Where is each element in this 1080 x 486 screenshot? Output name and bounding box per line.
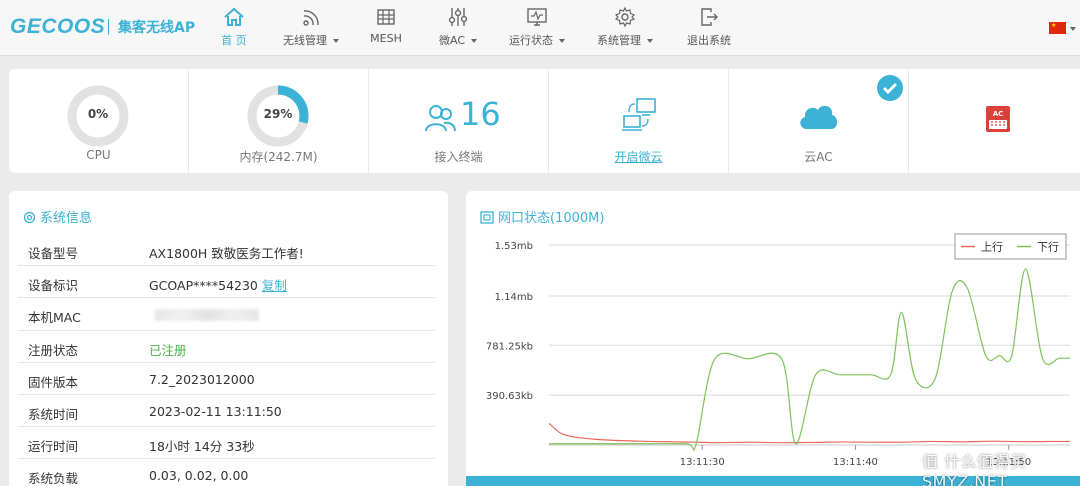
copy-link[interactable]: 复制 (262, 278, 287, 293)
gear-icon (614, 6, 636, 28)
nav-status[interactable]: 运行状态 (506, 6, 568, 52)
logo-divider (108, 19, 109, 35)
info-row-model: 设备型号 AX1800H 致敬医务工作者! (18, 234, 435, 267)
top-navbar: GECOOS 集客无线AP 首 页 无线管理 MESH 微AC 运行状态 系统管… (0, 0, 1080, 56)
nav-micro-ac-label: 微AC (438, 34, 465, 47)
cloud-icon (800, 105, 838, 129)
nav-logout-label: 退出系统 (687, 34, 731, 47)
network-status-panel: 网口状态(1000M) 1.53mb 1.14mb 781.25kb 390.63kb… (466, 191, 1080, 486)
info-key: 设备标识 (28, 278, 79, 294)
x-tick-label: 13:11:30 (680, 457, 725, 468)
status-cards: 0% CPU 29% 内存(242.7M) 16 接入终端 开启微云 云AC A… (9, 69, 1080, 173)
mac-redacted (155, 309, 259, 322)
info-key: 系统负载 (28, 471, 79, 486)
logout-icon (701, 8, 718, 26)
nav-logout[interactable]: 退出系统 (686, 6, 732, 52)
computers-sync-icon (622, 98, 656, 131)
info-row-registration: 注册状态 已注册 (18, 331, 435, 363)
chevron-down-icon (333, 39, 339, 43)
info-value: 18小时 14分 33秒 (149, 439, 255, 455)
nav-micro-ac[interactable]: 微AC (436, 6, 480, 52)
users-icon (425, 105, 456, 132)
monitor-icon (527, 8, 547, 26)
info-value: AX1800H 致敬医务工作者! (149, 246, 304, 261)
nav-home-label: 首 页 (221, 34, 247, 47)
info-value: 7.2_2023012000 (149, 371, 255, 387)
nav-wireless-label: 无线管理 (283, 34, 327, 47)
info-row-device-id: 设备标识 GCOAP****54230 复制 (18, 266, 435, 299)
ac-device-icon: AC (986, 106, 1010, 132)
cloud-ac-card[interactable]: 云AC (729, 69, 909, 173)
registration-status: 已注册 (149, 342, 187, 358)
svg-text:AC: AC (993, 110, 1004, 118)
system-info-title: 系统信息 (23, 207, 92, 226)
memory-label: 内存(242.7M) (239, 150, 318, 164)
system-info-panel: 系统信息 设备型号 AX1800H 致敬医务工作者! 设备标识 GCOAP***… (9, 191, 448, 486)
y-tick-label: 1.53mb (495, 241, 533, 252)
nav-system[interactable]: 系统管理 (594, 6, 656, 52)
network-traffic-chart: 1.53mb 1.14mb 781.25kb 390.63kb 13:11:30 13:1… (486, 233, 1071, 468)
clients-card[interactable]: 16 接入终端 (369, 69, 549, 173)
micro-cloud-card[interactable]: 开启微云 (549, 69, 729, 173)
nav-mesh[interactable]: MESH (367, 6, 405, 52)
wifi-icon (303, 10, 319, 26)
sliders-icon (448, 8, 468, 26)
cpu-value: 0% (87, 107, 109, 121)
info-value: 2023-02-11 13:11:50 (149, 403, 282, 419)
language-chevron-icon[interactable] (1070, 27, 1076, 31)
series-line-upload (548, 422, 1071, 444)
system-info-table: 设备型号 AX1800H 致敬医务工作者! 设备标识 GCOAP****5423… (18, 234, 435, 486)
info-row-system-time: 系统时间 2023-02-11 13:11:50 (18, 395, 435, 428)
info-row-mac: 本机MAC (18, 298, 435, 331)
check-icon (877, 75, 903, 101)
watermark: 值 什么值得买 SMYZ.NET (922, 452, 1027, 486)
clients-count: 16 (460, 95, 501, 133)
clients-label: 接入终端 (434, 150, 483, 164)
nav-wireless[interactable]: 无线管理 (280, 6, 342, 52)
y-tick-label: 781.25kb (486, 341, 533, 352)
gear-icon (23, 211, 36, 224)
info-key: 运行时间 (28, 439, 79, 455)
chevron-down-icon (471, 39, 477, 43)
enable-micro-cloud-link[interactable]: 开启微云 (549, 148, 728, 165)
ac-card[interactable]: AC (909, 69, 1080, 173)
legend-label: 下行 (1037, 241, 1059, 254)
nav-status-label: 运行状态 (509, 34, 553, 47)
x-tick-label: 13:11:40 (833, 457, 878, 468)
info-key: 设备型号 (28, 246, 79, 261)
y-tick-label: 1.14mb (495, 292, 533, 303)
legend-label: 上行 (981, 241, 1003, 254)
product-name: 集客无线AP (118, 20, 196, 36)
memory-card: 29% 内存(242.7M) (189, 69, 369, 173)
cpu-label: CPU (86, 148, 111, 162)
y-tick-label: 390.63kb (486, 391, 533, 402)
info-key: 注册状态 (28, 342, 79, 358)
cloud-ac-label: 云AC (804, 150, 833, 164)
chevron-down-icon (647, 39, 653, 43)
nav-mesh-label: MESH (370, 32, 402, 45)
language-flag-icon[interactable]: ★ (1049, 22, 1066, 34)
info-key: 系统时间 (28, 406, 79, 422)
home-icon (224, 7, 244, 26)
info-row-uptime: 运行时间 18小时 14分 33秒 (18, 427, 435, 460)
info-row-load: 系统负载 0.03, 0.02, 0.00 (18, 459, 435, 486)
memory-value: 29% (263, 107, 293, 121)
info-row-firmware: 固件版本 7.2_2023012000 (18, 363, 435, 395)
brand-logo[interactable]: GECOOS (10, 15, 105, 39)
cpu-card: 0% CPU (9, 69, 189, 173)
nav-system-label: 系统管理 (597, 34, 641, 47)
info-key: 本机MAC (28, 310, 81, 326)
info-value[interactable]: GCOAP****54230 (149, 278, 258, 293)
info-value: 0.03, 0.02, 0.00 (149, 468, 249, 484)
chevron-down-icon (559, 39, 565, 43)
mesh-icon (377, 9, 395, 25)
nav-home[interactable]: 首 页 (212, 6, 256, 52)
info-key: 固件版本 (28, 374, 79, 390)
system-info-title-text: 系统信息 (40, 211, 93, 226)
